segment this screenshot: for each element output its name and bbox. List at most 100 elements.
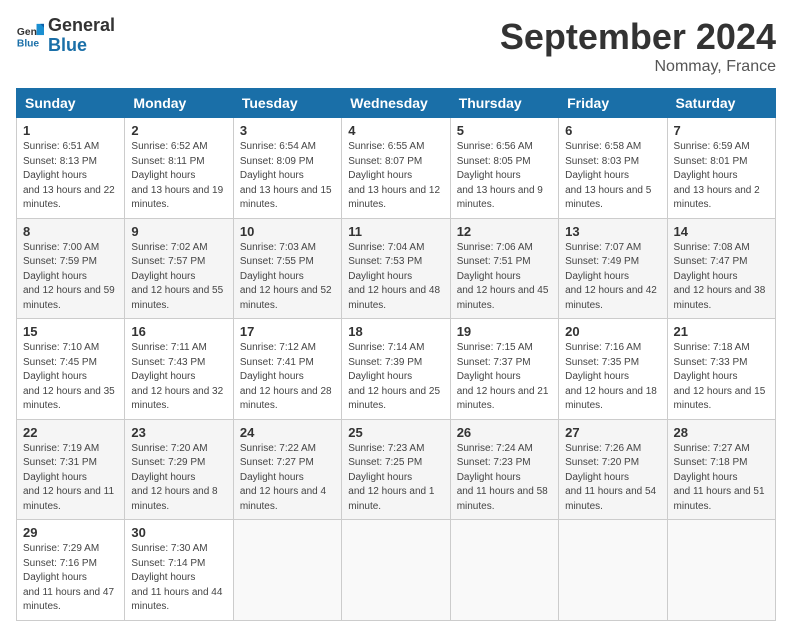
day-info: Sunrise: 7:22 AMSunset: 7:27 PMDaylight …	[240, 443, 326, 512]
calendar-cell: 5 Sunrise: 6:56 AMSunset: 8:05 PMDaylight…	[450, 118, 558, 219]
day-info: Sunrise: 7:03 AMSunset: 7:55 PMDaylight …	[240, 242, 332, 311]
day-number: 7	[674, 123, 769, 138]
day-number: 28	[674, 425, 769, 440]
day-info: Sunrise: 6:55 AMSunset: 8:07 PMDaylight …	[348, 141, 440, 210]
day-info: Sunrise: 7:27 AMSunset: 7:18 PMDaylight …	[674, 443, 765, 512]
calendar-cell	[450, 520, 558, 621]
calendar-cell: 15 Sunrise: 7:10 AMSunset: 7:45 PMDayligh…	[17, 319, 125, 420]
calendar-cell	[667, 520, 775, 621]
day-number: 27	[565, 425, 660, 440]
location: Nommay, France	[500, 58, 776, 76]
day-number: 11	[348, 224, 443, 239]
day-info: Sunrise: 7:02 AMSunset: 7:57 PMDaylight …	[131, 242, 223, 311]
svg-text:Blue: Blue	[17, 38, 40, 49]
day-number: 29	[23, 525, 118, 540]
calendar-cell: 9 Sunrise: 7:02 AMSunset: 7:57 PMDaylight…	[125, 218, 233, 319]
calendar-cell: 28 Sunrise: 7:27 AMSunset: 7:18 PMDayligh…	[667, 419, 775, 520]
day-info: Sunrise: 7:15 AMSunset: 7:37 PMDaylight …	[457, 342, 549, 411]
calendar-cell: 10 Sunrise: 7:03 AMSunset: 7:55 PMDayligh…	[233, 218, 341, 319]
day-info: Sunrise: 6:54 AMSunset: 8:09 PMDaylight …	[240, 141, 332, 210]
calendar-cell: 24 Sunrise: 7:22 AMSunset: 7:27 PMDayligh…	[233, 419, 341, 520]
day-number: 18	[348, 324, 443, 339]
calendar-cell: 17Sunrise: 7:12 AMSunset: 7:41 PMDayligh…	[233, 319, 341, 420]
day-number: 9	[131, 224, 226, 239]
day-info: Sunrise: 7:20 AMSunset: 7:29 PMDaylight …	[131, 443, 217, 512]
day-number: 24	[240, 425, 335, 440]
day-info: Sunrise: 7:30 AMSunset: 7:14 PMDaylight …	[131, 543, 222, 612]
day-info: Sunrise: 7:19 AMSunset: 7:31 PMDaylight …	[23, 443, 114, 512]
day-number: 13	[565, 224, 660, 239]
week-row-5: 29 Sunrise: 7:29 AMSunset: 7:16 PMDayligh…	[17, 520, 776, 621]
col-saturday: Saturday	[667, 89, 775, 118]
calendar-cell: 21 Sunrise: 7:18 AMSunset: 7:33 PMDayligh…	[667, 319, 775, 420]
day-info: Sunrise: 7:18 AMSunset: 7:33 PMDaylight …	[674, 342, 766, 411]
calendar-cell	[342, 520, 450, 621]
day-info: Sunrise: 6:52 AMSunset: 8:11 PMDaylight …	[131, 141, 223, 210]
week-row-1: 1 Sunrise: 6:51 AMSunset: 8:13 PMDaylight…	[17, 118, 776, 219]
calendar-cell: 18Sunrise: 7:14 AMSunset: 7:39 PMDayligh…	[342, 319, 450, 420]
calendar-cell: 4 Sunrise: 6:55 AMSunset: 8:07 PMDaylight…	[342, 118, 450, 219]
calendar-cell: 11Sunrise: 7:04 AMSunset: 7:53 PMDayligh…	[342, 218, 450, 319]
calendar-cell: 8 Sunrise: 7:00 AMSunset: 7:59 PMDaylight…	[17, 218, 125, 319]
col-wednesday: Wednesday	[342, 89, 450, 118]
calendar-cell: 3 Sunrise: 6:54 AMSunset: 8:09 PMDaylight…	[233, 118, 341, 219]
day-number: 21	[674, 324, 769, 339]
day-info: Sunrise: 7:00 AMSunset: 7:59 PMDaylight …	[23, 242, 115, 311]
day-number: 3	[240, 123, 335, 138]
day-info: Sunrise: 7:26 AMSunset: 7:20 PMDaylight …	[565, 443, 656, 512]
day-number: 23	[131, 425, 226, 440]
page-header: General Blue General Blue September 2024…	[16, 16, 776, 76]
day-number: 1	[23, 123, 118, 138]
calendar-cell: 20 Sunrise: 7:16 AMSunset: 7:35 PMDayligh…	[559, 319, 667, 420]
logo: General Blue General Blue	[16, 16, 115, 56]
day-number: 4	[348, 123, 443, 138]
week-row-4: 22Sunrise: 7:19 AMSunset: 7:31 PMDayligh…	[17, 419, 776, 520]
calendar-table: Sunday Monday Tuesday Wednesday Thursday…	[16, 88, 776, 621]
day-number: 5	[457, 123, 552, 138]
calendar-cell: 14Sunrise: 7:08 AMSunset: 7:47 PMDayligh…	[667, 218, 775, 319]
col-monday: Monday	[125, 89, 233, 118]
calendar-cell: 12 Sunrise: 7:06 AMSunset: 7:51 PMDayligh…	[450, 218, 558, 319]
day-info: Sunrise: 6:51 AMSunset: 8:13 PMDaylight …	[23, 141, 115, 210]
week-row-3: 15 Sunrise: 7:10 AMSunset: 7:45 PMDayligh…	[17, 319, 776, 420]
calendar-cell: 13 Sunrise: 7:07 AMSunset: 7:49 PMDayligh…	[559, 218, 667, 319]
calendar-header-row: Sunday Monday Tuesday Wednesday Thursday…	[17, 89, 776, 118]
day-info: Sunrise: 7:07 AMSunset: 7:49 PMDaylight …	[565, 242, 657, 311]
col-tuesday: Tuesday	[233, 89, 341, 118]
day-info: Sunrise: 7:23 AMSunset: 7:25 PMDaylight …	[348, 443, 434, 512]
day-number: 6	[565, 123, 660, 138]
day-number: 2	[131, 123, 226, 138]
calendar-cell: 25Sunrise: 7:23 AMSunset: 7:25 PMDayligh…	[342, 419, 450, 520]
calendar-cell: 6 Sunrise: 6:58 AMSunset: 8:03 PMDaylight…	[559, 118, 667, 219]
day-info: Sunrise: 6:58 AMSunset: 8:03 PMDaylight …	[565, 141, 651, 210]
calendar-cell: 22Sunrise: 7:19 AMSunset: 7:31 PMDayligh…	[17, 419, 125, 520]
logo-icon: General Blue	[16, 22, 44, 50]
calendar-body: 1 Sunrise: 6:51 AMSunset: 8:13 PMDaylight…	[17, 118, 776, 621]
logo-text: General Blue	[48, 16, 115, 56]
col-sunday: Sunday	[17, 89, 125, 118]
calendar-cell: 16Sunrise: 7:11 AMSunset: 7:43 PMDayligh…	[125, 319, 233, 420]
day-number: 10	[240, 224, 335, 239]
day-number: 12	[457, 224, 552, 239]
day-number: 20	[565, 324, 660, 339]
day-number: 19	[457, 324, 552, 339]
day-info: Sunrise: 7:10 AMSunset: 7:45 PMDaylight …	[23, 342, 115, 411]
title-block: September 2024 Nommay, France	[500, 16, 776, 76]
day-number: 14	[674, 224, 769, 239]
day-number: 8	[23, 224, 118, 239]
calendar-cell: 29 Sunrise: 7:29 AMSunset: 7:16 PMDayligh…	[17, 520, 125, 621]
calendar-cell: 19 Sunrise: 7:15 AMSunset: 7:37 PMDayligh…	[450, 319, 558, 420]
day-info: Sunrise: 7:29 AMSunset: 7:16 PMDaylight …	[23, 543, 114, 612]
week-row-2: 8 Sunrise: 7:00 AMSunset: 7:59 PMDaylight…	[17, 218, 776, 319]
calendar-cell: 27 Sunrise: 7:26 AMSunset: 7:20 PMDayligh…	[559, 419, 667, 520]
day-info: Sunrise: 7:06 AMSunset: 7:51 PMDaylight …	[457, 242, 549, 311]
day-info: Sunrise: 7:11 AMSunset: 7:43 PMDaylight …	[131, 342, 223, 411]
day-number: 15	[23, 324, 118, 339]
day-number: 30	[131, 525, 226, 540]
col-thursday: Thursday	[450, 89, 558, 118]
col-friday: Friday	[559, 89, 667, 118]
day-number: 17	[240, 324, 335, 339]
day-info: Sunrise: 6:56 AMSunset: 8:05 PMDaylight …	[457, 141, 543, 210]
day-info: Sunrise: 7:16 AMSunset: 7:35 PMDaylight …	[565, 342, 657, 411]
calendar-cell: 7Sunrise: 6:59 AMSunset: 8:01 PMDaylight…	[667, 118, 775, 219]
